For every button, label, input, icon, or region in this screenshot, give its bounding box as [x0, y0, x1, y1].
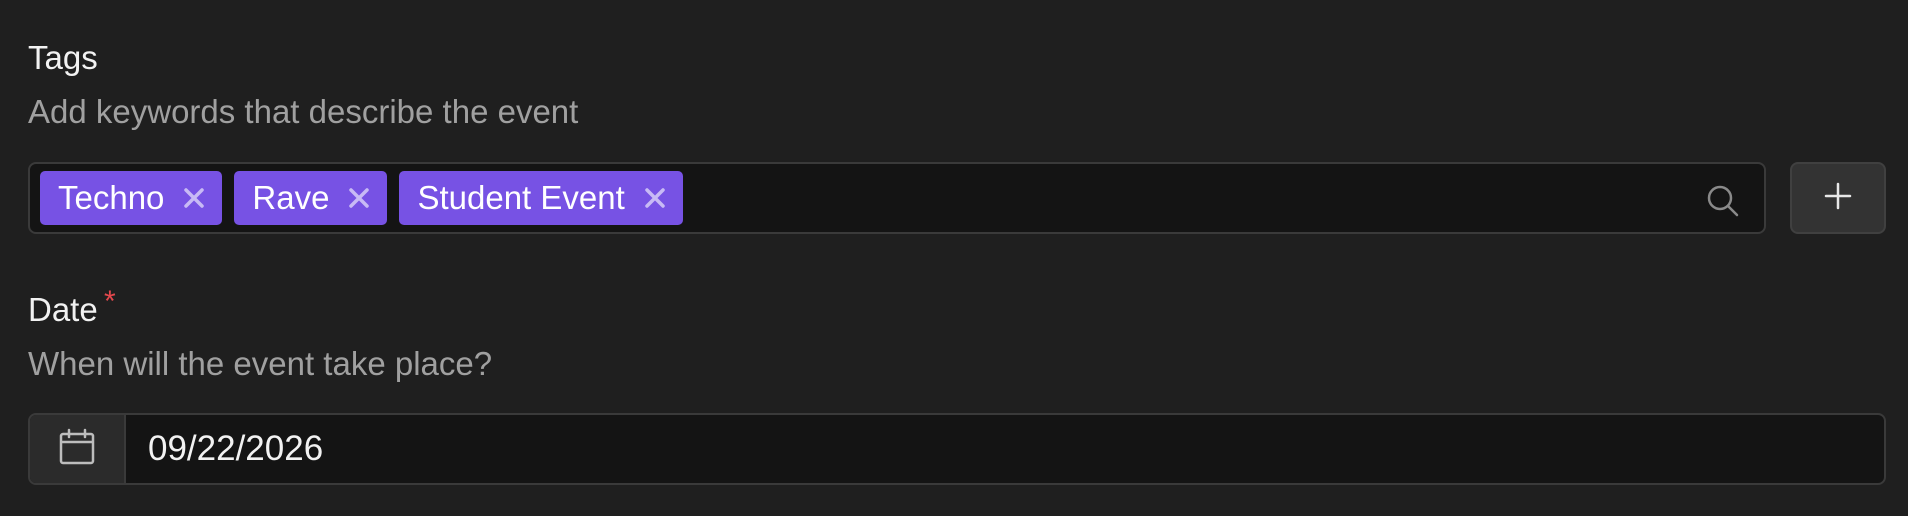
- date-input[interactable]: [126, 415, 1884, 483]
- date-field: Date * When will the event take place?: [28, 0, 1886, 516]
- calendar-icon: [57, 427, 97, 472]
- date-label: Date *: [28, 285, 116, 330]
- calendar-button[interactable]: [30, 415, 126, 483]
- date-input-group: [28, 413, 1886, 485]
- date-help-text: When will the event take place?: [28, 345, 493, 382]
- date-label-text: Date: [28, 291, 98, 328]
- required-indicator: *: [104, 285, 116, 318]
